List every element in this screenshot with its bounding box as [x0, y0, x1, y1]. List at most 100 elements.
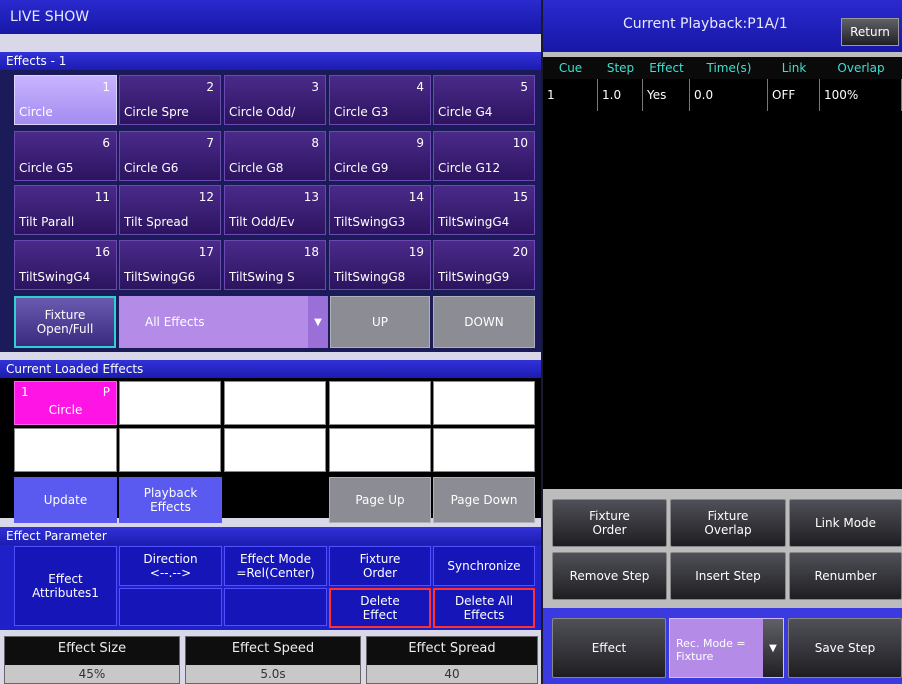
effect-button[interactable]: Effect [552, 618, 666, 678]
effect-label: Circle G4 [438, 105, 493, 119]
down-button[interactable]: DOWN [433, 296, 535, 348]
playback-effects-label: Playback Effects [143, 486, 198, 514]
effect-number: 6 [102, 136, 110, 150]
loaded-effect-slot[interactable] [433, 428, 535, 472]
effect-button-13[interactable]: 13 Tilt Odd/Ev [224, 185, 326, 235]
update-button[interactable]: Update [14, 477, 117, 523]
effect-number: 14 [408, 190, 424, 204]
effect-spread-value: 40 [367, 665, 537, 683]
effect-button-2[interactable]: 2 Circle Spre [119, 75, 221, 125]
effect-speed-box[interactable]: Effect Speed 5.0s [185, 636, 361, 684]
synchronize-button[interactable]: Synchronize [433, 546, 535, 586]
playback-title-bar: Current Playback:P1A/1 Return [543, 0, 902, 52]
effect-label: TiltSwingG6 [124, 270, 196, 284]
loaded-effect-slot[interactable] [224, 381, 326, 425]
loaded-effect-slot[interactable] [224, 428, 326, 472]
fixture-order-param-button[interactable]: Fixture Order [329, 546, 431, 586]
effect-button-6[interactable]: 6 Circle G5 [14, 131, 117, 181]
effect-label: Circle [19, 105, 53, 119]
effect-label: Circle G3 [334, 105, 389, 119]
effects-header: Effects - 1 [0, 52, 541, 70]
fixture-open-full-button[interactable]: Fixture Open/Full [14, 296, 116, 348]
delete-effect-button[interactable]: Delete Effect [329, 588, 431, 628]
column-header: Link [781, 61, 807, 75]
loaded-effect-slot[interactable] [433, 381, 535, 425]
effect-button-8[interactable]: 8 Circle G8 [224, 131, 326, 181]
loaded-effect-slot-1[interactable]: 1 P Circle [14, 381, 117, 425]
chevron-down-icon: ▼ [763, 619, 783, 677]
fixture-order-label: Fixture Order [589, 509, 630, 537]
effect-label: Tilt Odd/Ev [229, 215, 295, 229]
effect-button-20[interactable]: 20 TiltSwingG9 [433, 240, 535, 290]
link-mode-button[interactable]: Link Mode [789, 499, 902, 547]
all-effects-dropdown[interactable]: All Effects ▼ [119, 296, 328, 348]
effect-attributes-button[interactable]: Effect Attributes1 [14, 546, 117, 626]
effect-label: TiltSwingG4 [438, 215, 510, 229]
renumber-button[interactable]: Renumber [789, 552, 902, 600]
column-header: Step [606, 61, 635, 75]
up-button[interactable]: UP [330, 296, 430, 348]
direction-value: <--.--> [149, 566, 192, 580]
effect-number: 2 [206, 80, 214, 94]
empty-param-cell [119, 588, 222, 626]
loaded-effect-slot[interactable] [119, 428, 221, 472]
effect-button-1[interactable]: 1 Circle [14, 75, 117, 125]
rec-mode-dropdown[interactable]: Rec. Mode = Fixture ▼ [669, 618, 784, 678]
effect-parameter-header: Effect Parameter [0, 527, 541, 545]
save-step-button[interactable]: Save Step [788, 618, 902, 678]
effect-button-17[interactable]: 17 TiltSwingG6 [119, 240, 221, 290]
table-cell: OFF [768, 79, 820, 111]
effect-size-label: Effect Size [57, 641, 127, 656]
effect-button-3[interactable]: 3 Circle Odd/ [224, 75, 326, 125]
insert-step-button[interactable]: Insert Step [670, 552, 786, 600]
loaded-effect-slot[interactable] [329, 428, 431, 472]
effect-button-7[interactable]: 7 Circle G6 [119, 131, 221, 181]
effect-number: 5 [520, 80, 528, 94]
effect-label: Circle Spre [124, 105, 189, 119]
effect-button-9[interactable]: 9 Circle G9 [329, 131, 431, 181]
effect-number: 1 [102, 80, 110, 94]
effect-label: Tilt Spread [124, 215, 189, 229]
effect-button-18[interactable]: 18 TiltSwing S [224, 240, 326, 290]
page-up-button[interactable]: Page Up [329, 477, 431, 523]
loaded-effects-header: Current Loaded Effects [0, 360, 541, 378]
loaded-effect-slot[interactable] [14, 428, 117, 472]
effect-spread-box[interactable]: Effect Spread 40 [366, 636, 538, 684]
effect-button-12[interactable]: 12 Tilt Spread [119, 185, 221, 235]
return-button[interactable]: Return [841, 18, 899, 46]
effect-button-10[interactable]: 10 Circle G12 [433, 131, 535, 181]
delete-all-effects-button[interactable]: Delete All Effects [433, 588, 535, 628]
effect-button-4[interactable]: 4 Circle G3 [329, 75, 431, 125]
effect-spread-label: Effect Spread [408, 641, 496, 656]
effect-speed-value: 5.0s [186, 665, 360, 683]
playback-title: Current Playback:P1A/1 [623, 16, 788, 32]
effect-label: Circle G12 [438, 161, 501, 175]
remove-step-button[interactable]: Remove Step [552, 552, 667, 600]
effect-button-11[interactable]: 11 Tilt Parall [14, 185, 117, 235]
effect-button-19[interactable]: 19 TiltSwingG8 [329, 240, 431, 290]
effect-size-box[interactable]: Effect Size 45% [4, 636, 180, 684]
fixture-order-button[interactable]: Fixture Order [552, 499, 667, 547]
effect-button-16[interactable]: 16 TiltSwingG4 [14, 240, 117, 290]
fixture-overlap-button[interactable]: Fixture Overlap [670, 499, 786, 547]
loaded-effect-slot[interactable] [119, 381, 221, 425]
effect-button-15[interactable]: 15 TiltSwingG4 [433, 185, 535, 235]
empty-param-cell [224, 588, 327, 626]
effect-number: 15 [512, 190, 528, 204]
effect-button-5[interactable]: 5 Circle G4 [433, 75, 535, 125]
page-down-button[interactable]: Page Down [433, 477, 535, 523]
effect-number: 19 [408, 245, 424, 259]
table-row[interactable]: 1 1.0 Yes 0.0 OFF 100% [543, 79, 902, 111]
playback-effects-button[interactable]: Playback Effects [119, 477, 222, 523]
table-cell: 1.0 [598, 79, 643, 111]
effect-label: TiltSwingG9 [438, 270, 510, 284]
effect-number: 18 [303, 245, 319, 259]
effect-button-14[interactable]: 14 TiltSwingG3 [329, 185, 431, 235]
effect-mode-button[interactable]: Effect Mode =Rel(Center) [224, 546, 327, 586]
table-cell: 1 [543, 79, 598, 111]
effect-number: 17 [198, 245, 214, 259]
playback-table-header: Cue Step Effect Time(s) Link Overlap [543, 57, 902, 79]
effect-number: 13 [303, 190, 319, 204]
loaded-effect-slot[interactable] [329, 381, 431, 425]
direction-button[interactable]: Direction <--.--> [119, 546, 222, 586]
